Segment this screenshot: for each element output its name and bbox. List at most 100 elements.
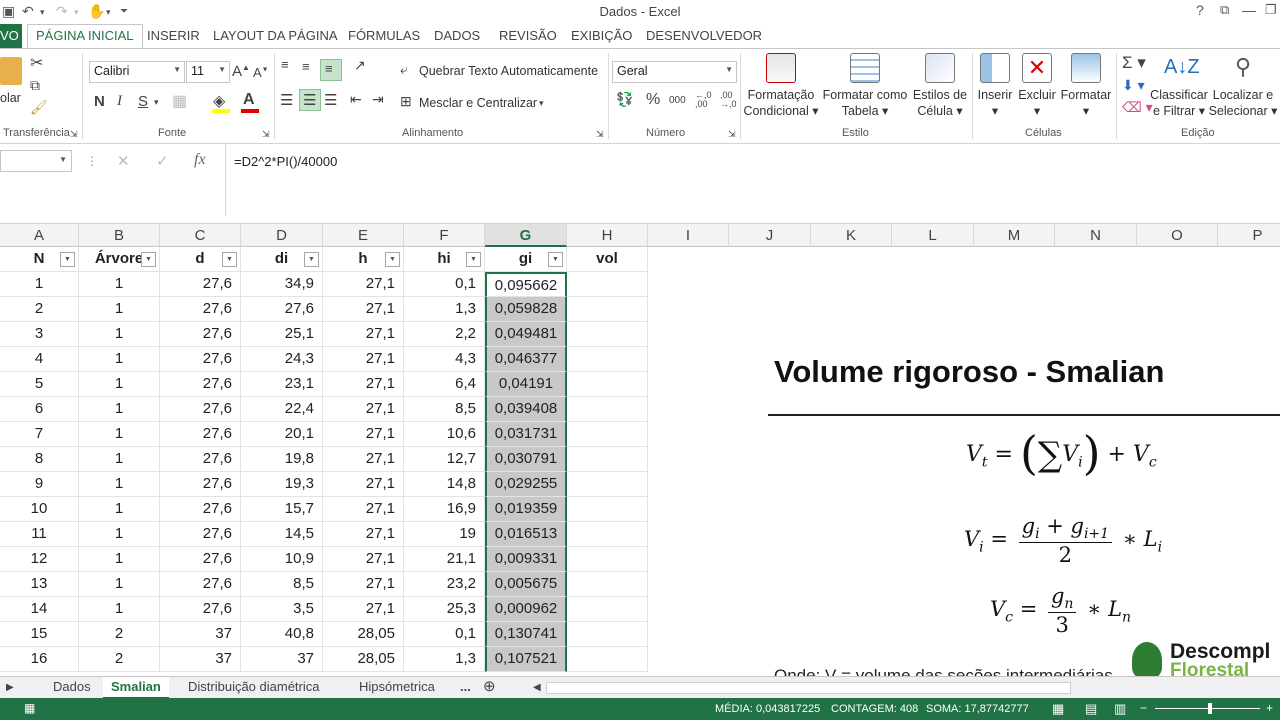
table-header-cell[interactable]: di ▼ [241,247,323,272]
table-cell[interactable]: 27,6 [160,497,241,522]
column-header-j[interactable]: J [729,224,811,247]
wrap-text-icon[interactable]: ⤶ [400,61,408,78]
fill-color-icon[interactable]: ◈ [213,91,225,111]
table-cell[interactable]: 1 [79,572,160,597]
cell-styles-button[interactable]: Estilos de Célula ▾ [910,53,970,119]
accounting-format-icon[interactable]: 💱 [616,91,633,108]
table-cell[interactable]: 15,7 [241,497,323,522]
table-cell[interactable]: 27,1 [323,472,404,497]
align-top-icon[interactable]: ≡ [281,57,289,72]
table-cell[interactable]: 13 [0,572,79,597]
table-cell[interactable]: 27,6 [160,522,241,547]
table-cell[interactable]: 0,130741 [485,622,567,647]
table-cell[interactable]: 22,4 [241,397,323,422]
table-cell[interactable]: 27,1 [323,597,404,622]
smalian-image[interactable]: Volume rigoroso - Smalian Vt = (∑Vi) + V… [726,310,1280,676]
bold-button[interactable]: N [94,93,105,110]
add-sheet-icon[interactable]: ⊕ [483,677,496,695]
number-format-dropdown[interactable]: Geral ▼ [612,61,737,83]
clipboard-launcher-icon[interactable]: ⇲ [70,129,78,140]
insert-cells-button[interactable]: Inserir ▾ [974,53,1016,119]
alignment-launcher-icon[interactable]: ⇲ [596,129,604,140]
column-header-n[interactable]: N [1055,224,1137,247]
table-cell[interactable]: 23,2 [404,572,485,597]
autosum-icon[interactable]: Σ ▾ [1122,53,1146,73]
borders-icon[interactable]: ▦ [172,91,187,111]
table-cell[interactable]: 1 [79,272,160,297]
table-cell[interactable]: 2 [0,297,79,322]
number-launcher-icon[interactable]: ⇲ [728,129,736,140]
table-cell[interactable]: 0,046377 [485,347,567,372]
decrease-indent-icon[interactable]: ⇤ [350,91,362,108]
increase-decimal-icon[interactable]: ←,0,00 [695,91,712,109]
horizontal-scrollbar[interactable] [546,682,1071,694]
table-header-cell[interactable]: vol [567,247,648,272]
italic-button[interactable]: I [117,93,122,110]
insert-function-icon[interactable]: fx [194,151,206,169]
column-header-k[interactable]: K [811,224,892,247]
tab-review[interactable]: REVISÃO [499,28,557,43]
table-cell[interactable]: 25,1 [241,322,323,347]
underline-button[interactable]: S [138,93,148,110]
table-cell[interactable]: 6 [0,397,79,422]
table-cell[interactable]: 16,9 [404,497,485,522]
column-header-o[interactable]: O [1137,224,1218,247]
column-header-a[interactable]: A [0,224,79,247]
table-cell[interactable]: 25,3 [404,597,485,622]
table-cell[interactable]: 10 [0,497,79,522]
table-cell[interactable]: 27,6 [241,297,323,322]
column-header-m[interactable]: M [974,224,1055,247]
font-color-icon[interactable]: A [243,91,255,109]
minimize-icon[interactable]: — [1242,2,1256,18]
table-cell[interactable]: 34,9 [241,272,323,297]
percent-style-button[interactable]: % [646,91,660,109]
increase-indent-icon[interactable]: ⇥ [372,91,384,108]
table-cell[interactable]: 0,009331 [485,547,567,572]
table-cell[interactable]: 27,1 [323,522,404,547]
macro-record-icon[interactable]: ▦ [24,701,35,715]
table-cell[interactable]: 3 [0,322,79,347]
table-cell[interactable]: 1 [79,422,160,447]
table-cell[interactable] [567,572,648,597]
table-cell[interactable]: 1 [79,447,160,472]
table-cell[interactable]: 16 [0,647,79,672]
more-sheets-button[interactable]: ... [460,679,471,694]
table-cell[interactable] [567,272,648,297]
table-cell[interactable]: 20,1 [241,422,323,447]
table-cell[interactable] [567,622,648,647]
column-header-i[interactable]: I [648,224,729,247]
column-header-f[interactable]: F [404,224,485,247]
table-cell[interactable]: 27,1 [323,497,404,522]
filter-dropdown-icon[interactable]: ▼ [141,252,156,267]
table-cell[interactable]: 0,030791 [485,447,567,472]
filter-dropdown-icon[interactable]: ▼ [222,252,237,267]
table-cell[interactable]: 27,1 [323,397,404,422]
table-cell[interactable]: 0,039408 [485,397,567,422]
table-cell[interactable]: 19,8 [241,447,323,472]
column-header-c[interactable]: C [160,224,241,247]
name-box[interactable]: ▼ [0,150,72,172]
column-header-g[interactable]: G [485,224,567,247]
table-cell[interactable]: 27,6 [160,372,241,397]
table-cell[interactable]: 27,6 [160,422,241,447]
format-as-table-button[interactable]: Formatar como Tabela ▾ [820,53,910,119]
table-cell[interactable]: 1 [79,347,160,372]
table-cell[interactable]: 14,5 [241,522,323,547]
table-cell[interactable]: 27,1 [323,447,404,472]
table-header-cell[interactable]: Árvore ▼ [79,247,160,272]
delete-cells-button[interactable]: ✕ Excluir ▾ [1016,53,1058,119]
scroll-left-icon[interactable]: ◀ [533,682,541,693]
merge-center-icon[interactable]: ⊞ [400,93,412,110]
table-cell[interactable]: 27,1 [323,422,404,447]
table-header-cell[interactable]: h ▼ [323,247,404,272]
table-cell[interactable]: 19 [404,522,485,547]
table-cell[interactable]: 0,019359 [485,497,567,522]
tab-view[interactable]: EXIBIÇÃO [571,28,632,43]
table-cell[interactable]: 9 [0,472,79,497]
table-cell[interactable]: 0,095662 [485,272,567,297]
table-cell[interactable]: 1 [79,372,160,397]
sheet-tab-smalian[interactable]: Smalian [103,677,169,699]
column-header-p[interactable]: P [1218,224,1280,247]
sheet-tab-distribuicao[interactable]: Distribuição diamétrica [188,679,320,694]
table-header-cell[interactable]: gi ▼ [485,247,567,272]
